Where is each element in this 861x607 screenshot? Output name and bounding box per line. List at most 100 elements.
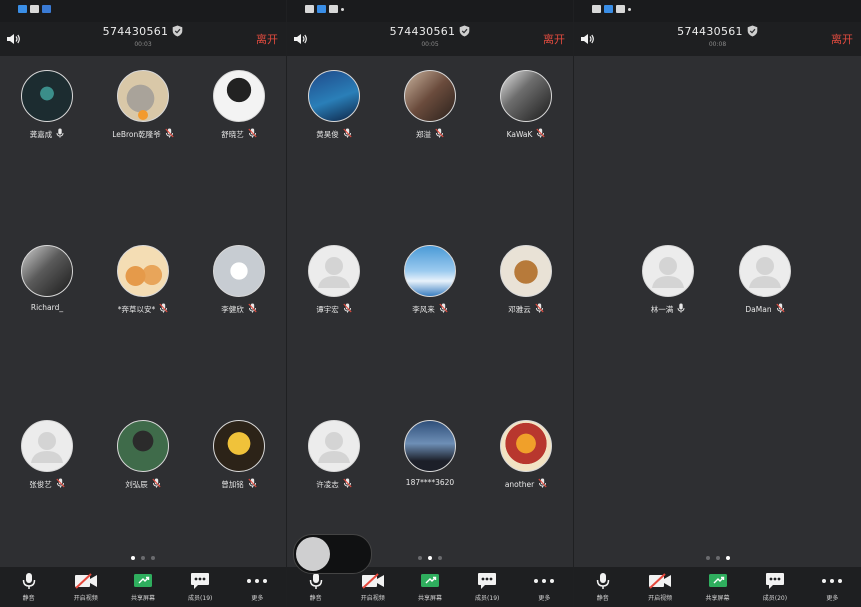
share-screen-button[interactable]: 共享屏幕 — [689, 567, 746, 607]
floating-toggle-knob[interactable] — [296, 537, 330, 571]
meeting-id[interactable]: 574430561 — [574, 25, 861, 40]
more-button[interactable]: 更多 — [516, 567, 573, 607]
share-screen-button[interactable]: 共享屏幕 — [114, 567, 171, 607]
page-dot[interactable] — [151, 556, 155, 560]
participant-tile[interactable]: another — [481, 420, 571, 490]
avatar — [21, 70, 73, 122]
video-off-button[interactable]: 开启视频 — [631, 567, 688, 607]
meeting-header: 574430561 00:03 离开 — [0, 22, 286, 56]
participant-name: 郑溢 — [416, 129, 431, 139]
meeting-id-text: 574430561 — [677, 25, 743, 38]
participant-tile[interactable]: 李风来 — [385, 245, 475, 315]
toolbar-label: 成员(20) — [762, 595, 788, 602]
more-icon — [821, 572, 843, 590]
bottom-toolbar: 静音 开启视频 共享屏幕 成员(19) 更多 — [0, 567, 286, 607]
participant-name-row: 刘弘辰 — [98, 478, 188, 490]
status-bar — [574, 0, 861, 22]
meeting-id[interactable]: 574430561 — [0, 25, 286, 40]
meeting-screen-1: 574430561 00:03 离开龚嘉成 LeBron乾隆爷 舒晓艺 Richard_ *… — [0, 0, 286, 607]
participant-name: 龚嘉成 — [29, 129, 53, 139]
leave-button[interactable]: 离开 — [543, 31, 565, 47]
participant-name-row: DaMan — [720, 303, 810, 315]
participant-tile[interactable]: 舒晓艺 — [194, 70, 284, 140]
participant-tile[interactable]: Richard_ — [2, 245, 92, 312]
members-button[interactable]: 成员(20) — [746, 567, 803, 607]
mic-icon — [309, 572, 323, 590]
mic-muted-icon — [152, 478, 161, 490]
mic-button[interactable]: 静音 — [574, 567, 631, 607]
participant-name-row: LeBron乾隆爷 — [98, 128, 188, 140]
page-dot[interactable] — [715, 556, 720, 560]
page-dot[interactable] — [141, 556, 145, 560]
participant-tile[interactable]: KaWaK — [481, 70, 571, 140]
video-off-button[interactable]: 开启视频 — [57, 567, 114, 607]
toolbar-label: 开启视频 — [360, 595, 385, 602]
participant-tile[interactable]: 邓雅云 — [481, 245, 571, 315]
participant-name: KaWaK — [506, 129, 533, 139]
participant-name: 187****3620 — [405, 478, 455, 487]
share-screen-button[interactable]: 共享屏幕 — [401, 567, 458, 607]
chat-icon — [329, 5, 338, 13]
participant-tile[interactable]: DaMan — [720, 245, 810, 315]
participant-name-row: 龚嘉成 — [2, 128, 92, 140]
mic-muted-icon — [435, 128, 444, 140]
participant-name-row: Richard_ — [2, 303, 92, 312]
members-button[interactable]: 成员(19) — [172, 567, 229, 607]
meeting-header: 574430561 00:05 离开 — [287, 22, 573, 56]
floating-window-toggle[interactable] — [293, 534, 372, 574]
shield-icon — [459, 25, 470, 40]
participant-name: Richard_ — [30, 303, 64, 312]
more-button[interactable]: 更多 — [804, 567, 861, 607]
participant-tile[interactable]: 谭宇宏 — [289, 245, 379, 315]
mic-muted-icon — [248, 478, 257, 490]
meeting-id-text: 574430561 — [389, 25, 456, 38]
participant-grid: 林一满 DaMan — [574, 56, 861, 556]
participant-tile[interactable]: 林一满 — [623, 245, 713, 315]
participant-name: 黄昊俊 — [316, 129, 339, 139]
mic-muted-icon — [439, 303, 448, 315]
participant-name-row: 187****3620 — [385, 478, 475, 487]
toolbar-label: 更多 — [826, 595, 839, 602]
dot-icon — [341, 7, 344, 11]
participant-tile[interactable]: *奔草以安* — [98, 245, 188, 315]
page-dot[interactable] — [705, 556, 710, 560]
meeting-id[interactable]: 574430561 — [287, 25, 573, 40]
avatar — [404, 70, 456, 122]
more-button[interactable]: 更多 — [229, 567, 286, 607]
members-button[interactable]: 成员(19) — [459, 567, 516, 607]
leave-button[interactable]: 离开 — [831, 31, 853, 47]
participant-tile[interactable]: 黄昊俊 — [289, 70, 379, 140]
weather-icon — [317, 5, 326, 13]
toolbar-label: 开启视频 — [73, 595, 98, 602]
avatar — [213, 420, 265, 472]
participant-tile[interactable]: 郑溢 — [385, 70, 475, 140]
participant-tile[interactable]: 龚嘉成 — [2, 70, 92, 140]
page-dot[interactable] — [131, 556, 135, 560]
toolbar-label: 更多 — [538, 595, 551, 602]
mic-button[interactable]: 静音 — [0, 567, 57, 607]
members-icon — [190, 572, 210, 590]
shield-icon — [747, 25, 758, 40]
shield-icon — [172, 25, 183, 40]
participant-tile[interactable]: 许凌志 — [289, 420, 379, 490]
share-screen-icon — [420, 572, 440, 590]
participant-tile[interactable]: 张俊艺 — [2, 420, 92, 490]
page-dot[interactable] — [725, 556, 730, 560]
participant-name: DaMan — [745, 304, 772, 314]
page-dot[interactable] — [438, 556, 442, 560]
participant-tile[interactable]: 187****3620 — [385, 420, 475, 487]
participant-tile[interactable]: 曾加铭 — [194, 420, 284, 490]
share-screen-icon — [708, 572, 728, 590]
image-icon — [305, 5, 314, 13]
mic-muted-icon — [159, 303, 168, 315]
page-dot[interactable] — [428, 556, 432, 560]
participant-tile[interactable]: 李健欣 — [194, 245, 284, 315]
participant-name: 曾加铭 — [221, 479, 244, 489]
mic-muted-icon — [775, 303, 785, 315]
page-dot[interactable] — [418, 556, 422, 560]
participant-name-row: 林一满 — [623, 303, 713, 315]
participant-name-row: 张俊艺 — [2, 478, 92, 490]
participant-tile[interactable]: 刘弘辰 — [98, 420, 188, 490]
participant-tile[interactable]: LeBron乾隆爷 — [98, 70, 188, 140]
leave-button[interactable]: 离开 — [256, 31, 278, 47]
